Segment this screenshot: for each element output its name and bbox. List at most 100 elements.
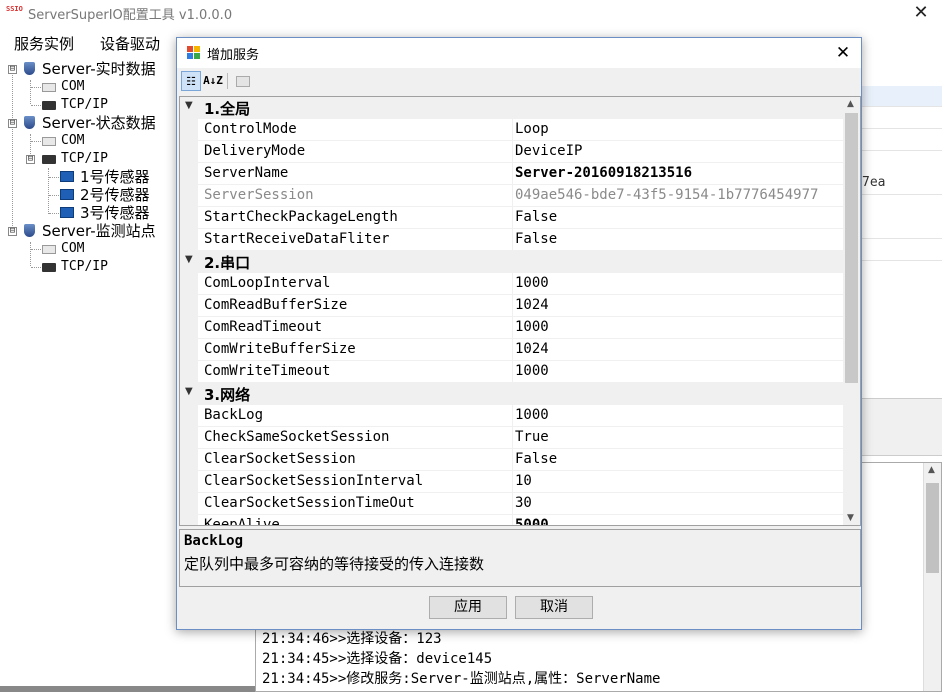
- tree-node-server[interactable]: ⊟ Server-实时数据: [0, 60, 200, 78]
- tree-node-tcp[interactable]: TCP/IP: [0, 96, 200, 114]
- collapse-toggle[interactable]: ⊟: [26, 155, 35, 164]
- property-category[interactable]: ▼ 3.网络: [180, 383, 844, 405]
- property-row[interactable]: ClearSocketSessionInterval 10: [180, 471, 844, 493]
- property-pages-button[interactable]: [233, 71, 253, 91]
- property-value[interactable]: 1000: [515, 363, 549, 379]
- tree-node-label: Server-状态数据: [42, 114, 156, 132]
- property-value[interactable]: 10: [515, 473, 532, 489]
- tree-node-tcp[interactable]: TCP/IP: [0, 258, 200, 276]
- property-row[interactable]: StartReceiveDataFliter False: [180, 229, 844, 251]
- property-row[interactable]: ControlMode Loop: [180, 119, 844, 141]
- property-value[interactable]: DeviceIP: [515, 143, 582, 159]
- scroll-down-icon[interactable]: ▼: [847, 513, 854, 523]
- add-service-dialog: 增加服务 ✕ ☷ A↓Z ▼ 1.全局 ControlMode Loop Deliver…: [176, 37, 862, 630]
- property-row[interactable]: StartCheckPackageLength False: [180, 207, 844, 229]
- property-value[interactable]: Loop: [515, 121, 549, 137]
- property-value[interactable]: Server-20160918213516: [515, 165, 692, 181]
- property-value[interactable]: True: [515, 429, 549, 445]
- property-row[interactable]: ComReadBufferSize 1024: [180, 295, 844, 317]
- menu-device-driver[interactable]: 设备驱动: [100, 33, 160, 54]
- property-row[interactable]: ComWriteBufferSize 1024: [180, 339, 844, 361]
- dialog-title: 增加服务: [207, 48, 260, 63]
- collapse-toggle[interactable]: ⊟: [8, 119, 17, 128]
- property-row[interactable]: ServerSession 049ae546-bde7-43f5-9154-1b7…: [180, 185, 844, 207]
- property-grid[interactable]: ▼ 1.全局 ControlMode Loop DeliveryMode DeviceIP…: [179, 96, 861, 526]
- collapse-toggle-icon[interactable]: ▼: [185, 254, 193, 265]
- scroll-up-icon[interactable]: ▲: [928, 465, 935, 475]
- property-value[interactable]: 049ae546-bde7-43f5-9154-1b7776454977: [515, 187, 818, 203]
- menu-service-instance[interactable]: 服务实例: [14, 33, 74, 54]
- property-name: ServerName: [204, 165, 289, 181]
- property-value[interactable]: 5000: [515, 517, 549, 525]
- property-value[interactable]: 1000: [515, 407, 549, 423]
- property-row[interactable]: ClearSocketSessionTimeOut 30: [180, 493, 844, 515]
- cancel-button[interactable]: 取消: [515, 596, 593, 619]
- property-name: StartCheckPackageLength: [204, 209, 398, 225]
- property-grid-scrollbar[interactable]: ▲ ▼: [843, 97, 860, 525]
- tree-node-com[interactable]: COM: [0, 240, 200, 258]
- property-row[interactable]: ComLoopInterval 1000: [180, 273, 844, 295]
- tree-node-label: COM: [61, 241, 85, 256]
- tree-node-tcp[interactable]: ⊟ TCP/IP: [0, 150, 200, 168]
- property-description-panel: BackLog 定队列中最多可容纳的等待接受的传入连接数: [179, 529, 861, 587]
- property-value[interactable]: 30: [515, 495, 532, 511]
- property-row[interactable]: ClearSocketSession False: [180, 449, 844, 471]
- status-strip: [0, 686, 255, 692]
- property-name: ComWriteTimeout: [204, 363, 331, 379]
- tree-node-label: TCP/IP: [61, 259, 108, 274]
- log-scrollbar[interactable]: ▲: [923, 463, 941, 691]
- description-title: BackLog: [184, 533, 244, 549]
- row-divider: [860, 106, 942, 107]
- property-value[interactable]: 1000: [515, 319, 549, 335]
- property-name: ComWriteBufferSize: [204, 341, 356, 357]
- log-line: 21:34:46>>选择设备：123: [262, 631, 442, 647]
- property-name: StartReceiveDataFliter: [204, 231, 390, 247]
- tree-node-com[interactable]: COM: [0, 78, 200, 96]
- close-window-button[interactable]: ✕: [906, 0, 936, 26]
- app-title: ServerSuperIO配置工具 v1.0.0.0: [28, 8, 233, 23]
- tree-node-com[interactable]: COM: [0, 132, 200, 150]
- dialog-close-button[interactable]: ✕: [829, 40, 857, 66]
- tree-node-sensor[interactable]: 2号传感器: [0, 186, 200, 204]
- row-divider: [860, 128, 942, 129]
- property-name: CheckSameSocketSession: [204, 429, 390, 445]
- tree-node-label: 2号传感器: [80, 186, 150, 204]
- tree-node-sensor[interactable]: 3号传感器: [0, 204, 200, 222]
- property-row[interactable]: DeliveryMode DeviceIP: [180, 141, 844, 163]
- alphabetical-sort-button[interactable]: A↓Z: [203, 71, 223, 91]
- property-category[interactable]: ▼ 2.串口: [180, 251, 844, 273]
- property-grid-scroll-thumb[interactable]: [845, 113, 858, 383]
- network-icon: [42, 263, 56, 272]
- property-value[interactable]: 1024: [515, 341, 549, 357]
- tree-node-server[interactable]: ⊟ Server-状态数据: [0, 114, 200, 132]
- collapse-toggle-icon[interactable]: ▼: [185, 386, 193, 397]
- property-row[interactable]: ComWriteTimeout 1000: [180, 361, 844, 383]
- apply-button[interactable]: 应用: [429, 596, 507, 619]
- property-value[interactable]: False: [515, 231, 557, 247]
- property-row[interactable]: BackLog 1000: [180, 405, 844, 427]
- property-category[interactable]: ▼ 1.全局: [180, 97, 844, 119]
- collapse-toggle[interactable]: ⊟: [8, 227, 17, 236]
- property-row[interactable]: CheckSameSocketSession True: [180, 427, 844, 449]
- com-port-icon: [42, 83, 56, 92]
- tree-node-server[interactable]: ⊟ Server-监测站点: [0, 222, 200, 240]
- property-name: ComReadBufferSize: [204, 297, 348, 313]
- property-row[interactable]: ComReadTimeout 1000: [180, 317, 844, 339]
- property-row[interactable]: ServerName Server-20160918213516: [180, 163, 844, 185]
- dialog-title-bar: 增加服务 ✕: [177, 38, 861, 68]
- collapse-toggle-icon[interactable]: ▼: [185, 100, 193, 111]
- background-button-area: [860, 398, 942, 456]
- selected-row-background: [861, 86, 942, 106]
- network-icon: [42, 155, 56, 164]
- property-value[interactable]: 1024: [515, 297, 549, 313]
- scroll-up-icon[interactable]: ▲: [847, 99, 854, 109]
- property-value[interactable]: 1000: [515, 275, 549, 291]
- server-icon: [24, 62, 35, 75]
- log-scroll-thumb[interactable]: [926, 483, 939, 573]
- property-value[interactable]: False: [515, 209, 557, 225]
- categorized-view-button[interactable]: ☷: [181, 71, 201, 91]
- property-value[interactable]: False: [515, 451, 557, 467]
- property-row[interactable]: KeepAlive 5000: [180, 515, 844, 525]
- tree-node-sensor[interactable]: 1号传感器: [0, 168, 200, 186]
- collapse-toggle[interactable]: ⊟: [8, 65, 17, 74]
